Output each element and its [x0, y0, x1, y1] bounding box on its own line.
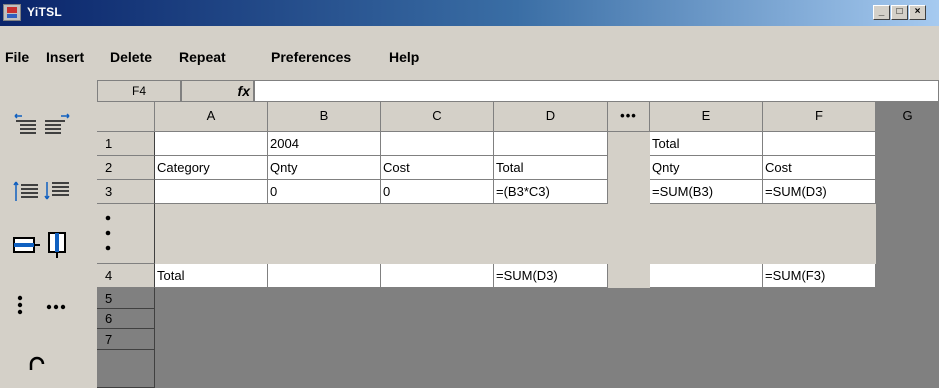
cell-f1[interactable]	[763, 132, 876, 156]
line-left-icon[interactable]	[12, 175, 42, 205]
row-header-6[interactable]: 6	[97, 309, 155, 329]
title-bar: YiTSL _ □ ×	[0, 0, 939, 26]
corner-cell[interactable]	[97, 102, 155, 132]
maximize-button[interactable]: □	[891, 5, 908, 20]
cell-d3[interactable]: =(B3*C3)	[494, 180, 608, 204]
cell-e4[interactable]	[650, 264, 763, 288]
row-header-5[interactable]: 5	[97, 288, 155, 309]
cell-f3[interactable]: =SUM(D3)	[763, 180, 876, 204]
indent-left-icon[interactable]	[12, 112, 42, 142]
cell-a1[interactable]	[155, 132, 268, 156]
row-header-4[interactable]: 4	[97, 264, 155, 288]
cell-b4[interactable]	[268, 264, 381, 288]
cell-d1[interactable]	[494, 132, 608, 156]
cell-a4[interactable]: Total	[155, 264, 268, 288]
cell-c1[interactable]	[381, 132, 494, 156]
cell-d4[interactable]: =SUM(D3)	[494, 264, 608, 288]
menu-bar: File Insert Delete Repeat Preferences He…	[0, 26, 939, 80]
cell-c2[interactable]: Cost	[381, 156, 494, 180]
column-header-b[interactable]: B	[268, 102, 381, 132]
insert-column-icon[interactable]	[43, 230, 73, 260]
menu-preferences[interactable]: Preferences	[271, 49, 351, 65]
column-header-f[interactable]: F	[763, 102, 876, 132]
app-icon	[3, 4, 21, 21]
cell-f4[interactable]: =SUM(F3)	[763, 264, 876, 288]
collapsed-rows-band	[155, 204, 876, 264]
vertical-ellipsis-icon[interactable]	[12, 290, 42, 320]
row-header-8[interactable]	[97, 350, 155, 388]
indent-right-icon[interactable]	[43, 112, 73, 142]
cell-e3[interactable]: =SUM(B3)	[650, 180, 763, 204]
insert-row-icon[interactable]	[12, 230, 42, 260]
row-header-3[interactable]: 3	[97, 180, 155, 204]
menu-insert[interactable]: Insert	[46, 49, 84, 65]
undo-icon[interactable]	[22, 348, 52, 378]
line-right-icon[interactable]	[43, 175, 73, 205]
collapsed-columns-gap	[608, 132, 650, 204]
menu-file[interactable]: File	[5, 49, 29, 65]
menu-delete[interactable]: Delete	[110, 49, 152, 65]
minimize-button[interactable]: _	[873, 5, 890, 20]
window-title: YiTSL	[27, 5, 63, 19]
cell-b1[interactable]: 2004	[268, 132, 381, 156]
menu-repeat[interactable]: Repeat	[179, 49, 226, 65]
cell-e1[interactable]: Total	[650, 132, 763, 156]
vertical-ellipsis-icon	[105, 215, 111, 251]
row-header-2[interactable]: 2	[97, 156, 155, 180]
cell-c3[interactable]: 0	[381, 180, 494, 204]
horizontal-ellipsis-icon[interactable]	[43, 290, 73, 320]
row-header-1[interactable]: 1	[97, 132, 155, 156]
cell-b3[interactable]: 0	[268, 180, 381, 204]
column-header-d[interactable]: D	[494, 102, 608, 132]
formula-bar: F4 fx	[97, 80, 939, 102]
cell-c4[interactable]	[381, 264, 494, 288]
left-toolbar	[0, 80, 97, 388]
close-button[interactable]: ×	[909, 5, 926, 20]
collapsed-columns-gap	[608, 264, 650, 288]
column-header-a[interactable]: A	[155, 102, 268, 132]
cell-b2[interactable]: Qnty	[268, 156, 381, 180]
menu-help[interactable]: Help	[389, 49, 419, 65]
fx-label: fx	[181, 80, 254, 102]
row-header-7[interactable]: 7	[97, 329, 155, 350]
cell-d2[interactable]: Total	[494, 156, 608, 180]
column-header-g[interactable]: G	[876, 102, 939, 132]
column-header-e[interactable]: E	[650, 102, 763, 132]
cell-e2[interactable]: Qnty	[650, 156, 763, 180]
cell-reference[interactable]: F4	[97, 80, 181, 102]
collapsed-columns-header[interactable]: •••	[608, 102, 650, 132]
column-header-c[interactable]: C	[381, 102, 494, 132]
formula-input[interactable]	[254, 80, 939, 102]
cell-f2[interactable]: Cost	[763, 156, 876, 180]
cell-a3[interactable]	[155, 180, 268, 204]
spreadsheet-grid: A B C D ••• E F G 1 2004 Total 2 Categor…	[97, 102, 939, 388]
collapsed-rows-header[interactable]	[97, 204, 155, 264]
cell-a2[interactable]: Category	[155, 156, 268, 180]
